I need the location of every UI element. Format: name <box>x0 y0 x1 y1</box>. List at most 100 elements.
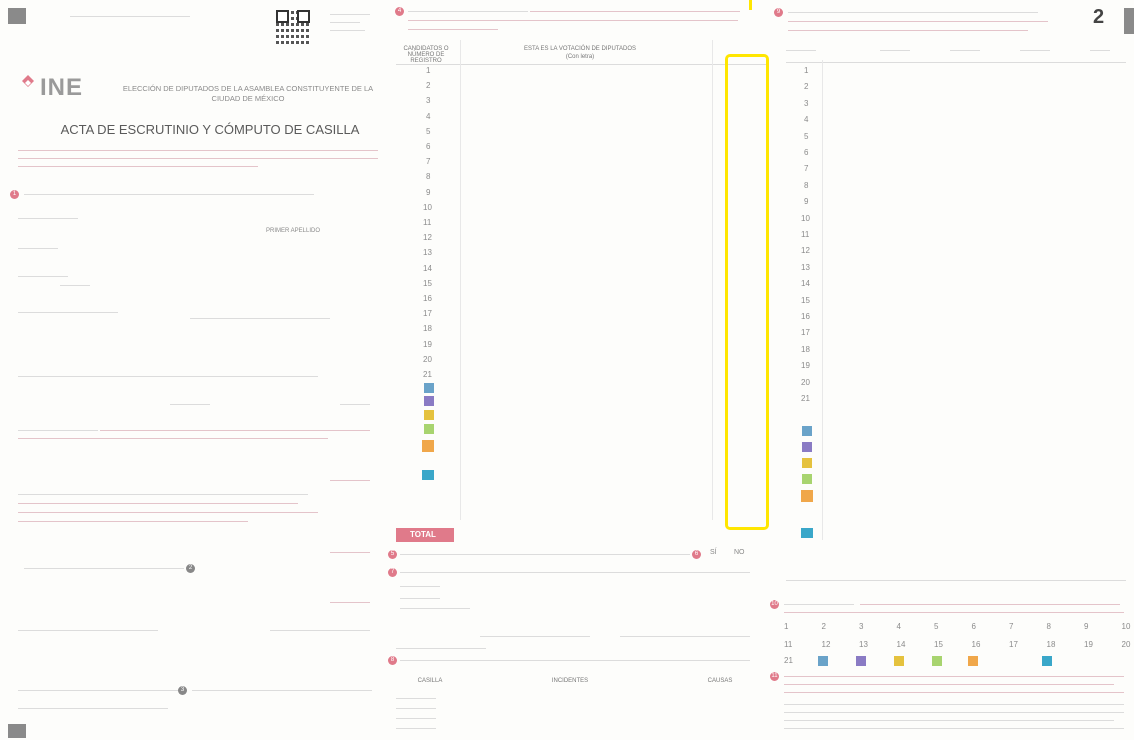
qr-code-icon <box>276 10 310 44</box>
row-number: 11 <box>423 218 432 227</box>
row-number: 18 <box>423 324 432 334</box>
party-coalition-icon <box>818 656 828 666</box>
table-col-casilla: CASILLA <box>417 678 443 684</box>
table-col-incidentes: INCIDENTES <box>551 678 589 684</box>
section-marker-2: 2 <box>186 564 195 573</box>
row-number: 9 <box>804 197 809 207</box>
section-marker-3: 3 <box>178 686 187 695</box>
row-number: 8 <box>426 172 431 182</box>
row-number: 13 <box>801 262 810 272</box>
grid-number: 13 <box>859 640 868 649</box>
party-coalition-icon <box>1042 656 1052 666</box>
grid-number: 4 <box>896 622 901 631</box>
grid-number: 21 <box>784 656 793 665</box>
row-number: 14 <box>423 263 432 273</box>
grid-number: 17 <box>1009 640 1018 649</box>
row-number: 19 <box>801 361 810 371</box>
row-number: 15 <box>801 295 810 305</box>
yes-label: SÍ <box>710 549 717 556</box>
row-number: 12 <box>423 233 432 243</box>
section-marker-6: 6 <box>692 550 701 559</box>
row-number: 21 <box>423 370 432 379</box>
section-marker-7: 7 <box>388 568 397 577</box>
grid-number: 11 <box>784 640 793 649</box>
party-coalition-icon <box>894 656 904 666</box>
row-number: 5 <box>804 131 809 141</box>
section-marker-10: 10 <box>770 600 779 609</box>
grid-number: 8 <box>1046 622 1051 631</box>
row-number: 9 <box>426 187 431 197</box>
party-coalition-icon <box>802 426 812 436</box>
section-marker-4: 4 <box>395 7 404 16</box>
header-votes-sub: (Con letra) <box>565 54 595 60</box>
row-number: 11 <box>801 230 810 239</box>
party-coalition-icon <box>424 424 434 434</box>
grid-number: 18 <box>1046 640 1056 649</box>
section-marker-9: 9 <box>774 8 783 17</box>
party-coalition-icon <box>424 383 434 393</box>
section-marker-1: 1 <box>10 190 19 199</box>
highlight-pointer <box>749 0 752 10</box>
party-coalition-icon <box>424 396 434 406</box>
row-number: 8 <box>804 180 809 190</box>
row-number: 7 <box>426 157 431 167</box>
grid-number: 2 <box>821 622 826 631</box>
party-coalition-icon <box>802 474 812 484</box>
row-number: 16 <box>423 294 432 303</box>
page-number: 2 <box>1093 6 1105 28</box>
row-number: 18 <box>801 344 810 354</box>
header-candidates: CANDIDATOS O NÚMERO DE REGISTRO <box>403 46 449 64</box>
party-coalition-icon <box>801 490 813 502</box>
section-marker-8: 8 <box>388 656 397 665</box>
row-number: 3 <box>804 98 809 108</box>
total-badge: TOTAL <box>396 528 454 542</box>
section-marker-11: 11 <box>770 672 779 681</box>
grid-number: 16 <box>971 640 981 649</box>
grid-number: 3 <box>859 622 864 631</box>
party-coalition-icon <box>856 656 866 666</box>
party-coalition-icon <box>802 442 812 452</box>
row-number: 21 <box>801 394 810 403</box>
row-number: 10 <box>801 213 810 223</box>
no-label: NO <box>734 549 745 556</box>
row-number: 4 <box>426 111 431 121</box>
field-label-primer-apellido: PRIMER APELLIDO <box>266 228 321 234</box>
grid-number: 5 <box>934 622 939 631</box>
row-number: 20 <box>423 354 432 364</box>
grid-number: 10 <box>1121 622 1131 631</box>
row-number: 3 <box>426 96 431 106</box>
row-number: 15 <box>423 278 432 288</box>
registration-mark-bottom-left <box>8 724 26 738</box>
registration-mark-top-left <box>8 8 26 24</box>
row-number: 1 <box>426 66 431 75</box>
party-coalition-icon <box>932 656 942 666</box>
grid-number: 20 <box>1121 640 1131 649</box>
row-number: 13 <box>423 248 432 258</box>
section-marker-5: 5 <box>388 550 397 559</box>
party-coalition-icon <box>801 528 813 538</box>
row-number: 2 <box>426 81 431 91</box>
party-coalition-icon <box>968 656 978 666</box>
ine-brand: INE <box>40 74 84 101</box>
table-col-causas: CAUSAS <box>707 678 733 684</box>
row-number: 2 <box>804 82 809 92</box>
row-number: 20 <box>801 377 810 387</box>
grid-number: 9 <box>1084 622 1089 631</box>
row-number: 12 <box>801 246 810 256</box>
row-number: 5 <box>426 126 431 136</box>
party-coalition-icon <box>422 470 434 480</box>
row-number: 19 <box>423 339 432 349</box>
header-votes: ESTA ES LA VOTACIÓN DE DIPUTADOS <box>523 46 637 52</box>
grid-number: 1 <box>784 622 789 631</box>
grid-number: 6 <box>971 622 976 631</box>
document-title: ACTA DE ESCRUTINIO Y CÓMPUTO DE CASILLA <box>60 122 360 137</box>
row-number: 4 <box>804 115 809 125</box>
row-number: 14 <box>801 279 810 289</box>
ine-logo <box>20 74 36 99</box>
grid-number: 7 <box>1009 622 1014 631</box>
party-coalition-icon <box>802 458 812 468</box>
row-number: 10 <box>423 202 432 212</box>
row-number: 17 <box>801 328 810 338</box>
grid-number: 15 <box>934 640 943 649</box>
row-number: 17 <box>423 309 432 319</box>
